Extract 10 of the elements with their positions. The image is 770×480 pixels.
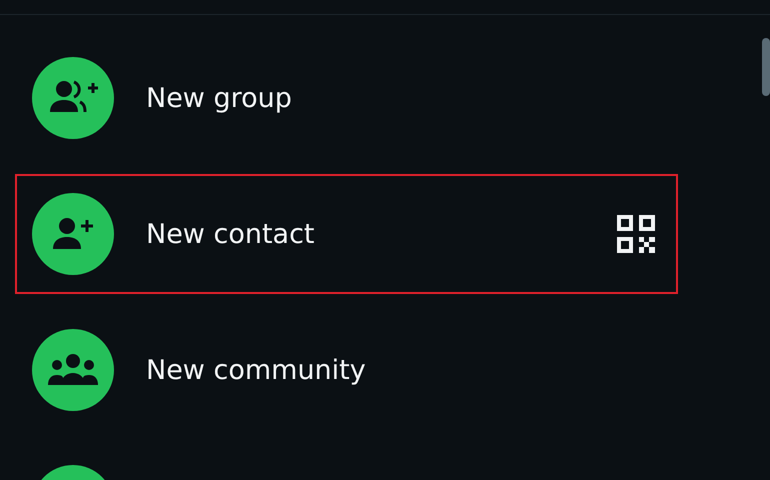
add-contact-icon [51,216,95,252]
menu-item-label: New contact [146,218,316,250]
qr-code-icon[interactable] [617,215,655,253]
menu-item[interactable]: New community [15,310,678,430]
menu-item-label: New community [146,354,367,386]
highlighted-menu-item[interactable]: New contact [15,174,678,294]
people-icon [48,353,98,387]
scrollbar[interactable] [762,38,770,96]
menu-item-label: New group [146,82,293,114]
menu-item[interactable]: New group [15,38,678,158]
